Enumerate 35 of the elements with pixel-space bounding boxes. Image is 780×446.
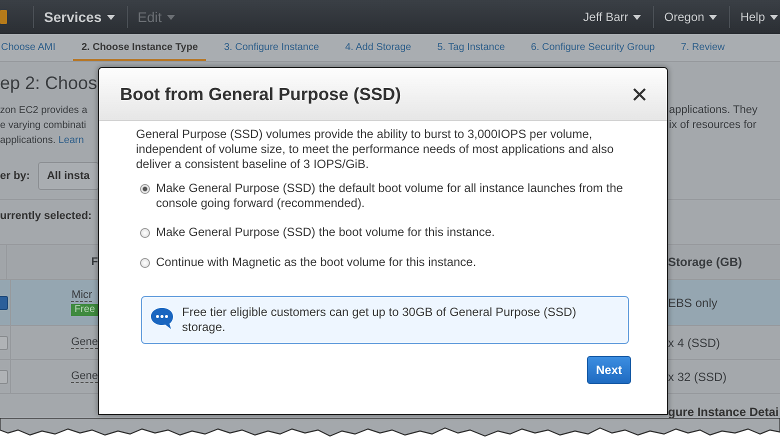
description-text: zon EC2 provides a <box>0 104 88 118</box>
nav-menu[interactable]: Services <box>44 9 117 25</box>
description-text: applications. They <box>668 103 758 118</box>
description-text: applications. <box>0 135 56 146</box>
table-cell: x 32 (SSD) <box>668 370 727 384</box>
table-cell: Micr <box>71 289 92 302</box>
next-button[interactable]: Next <box>586 356 631 384</box>
nav-menu[interactable]: Help <box>740 10 780 24</box>
description-text: e varying combinati <box>0 119 88 133</box>
table-cell: EBS only <box>668 296 718 310</box>
nav-menu[interactable]: Jeff Barr <box>583 10 644 24</box>
wizard-step-tab[interactable]: 3. Configure Instance <box>216 42 328 61</box>
filter-dropdown[interactable]: All insta <box>38 162 98 190</box>
option-label[interactable]: Make General Purpose (SSD) the boot volume for this instance. <box>147 225 495 240</box>
page-title: ep 2: Choos <box>0 72 98 94</box>
learn-link[interactable]: Learn <box>58 135 84 146</box>
wizard-step-tab[interactable]: Choose AMI <box>0 42 64 61</box>
info-text: Free tier eligible customers can get up to 30GB of General Purpose (SSD) storage. <box>182 305 578 335</box>
free-tier-badge: Free <box>71 304 98 316</box>
filter-label: er by: <box>0 170 30 182</box>
nav-menu[interactable]: Oregon <box>664 10 720 24</box>
column-header[interactable]: Storage (GB) <box>668 255 742 269</box>
wizard-step-tab[interactable]: 7. Review <box>672 42 733 61</box>
selection-label: urrently selected: <box>0 210 92 222</box>
description-text: ix of resources for <box>668 118 758 133</box>
wizard-step-tab[interactable]: 6. Configure Security Group <box>522 42 663 61</box>
option-label[interactable]: Make General Purpose (SSD) the default boot volume for all instance launches from the console going forward (recommended). <box>147 181 629 211</box>
dialog-title: Boot from General Purpose (SSD) <box>120 84 402 104</box>
column-header[interactable]: F <box>91 256 98 268</box>
wizard-step-tab[interactable]: 5. Tag Instance <box>429 42 513 61</box>
option-label[interactable]: Continue with Magnetic as the boot volume for this instance. <box>147 255 476 270</box>
table-cell: x 4 (SSD) <box>668 336 720 350</box>
next-step-button[interactable]: gure Instance Detai <box>668 405 779 419</box>
dialog-description: General Purpose (SSD) volumes provide the ability to burst to 3,000IOPS per volume, independent of volume size, to meet the performance needs of most applications and also deliver a consistent baseline of 3 IOPS/GiB. <box>136 127 615 172</box>
wizard-step-tab[interactable]: 4. Add Storage <box>337 42 420 61</box>
